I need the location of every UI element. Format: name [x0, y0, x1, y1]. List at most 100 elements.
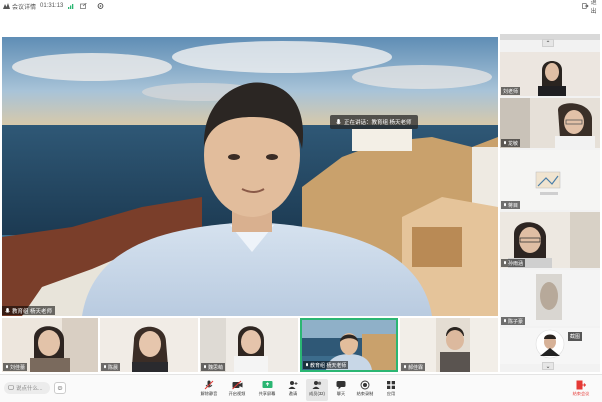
video-camera-icon	[231, 380, 242, 389]
signal-icon	[68, 4, 74, 9]
participant-name: 孙雨涵	[508, 260, 524, 267]
chevron-down-icon: ⌄	[545, 363, 551, 370]
screenshot-label: 截图	[570, 334, 581, 340]
exit-icon	[582, 3, 589, 9]
participant-tile[interactable]: 陈晨	[100, 318, 198, 372]
exit-label: 退出	[590, 0, 597, 15]
exit-control[interactable]: 退出	[582, 0, 602, 15]
participant-tile[interactable]: 刘老师	[500, 52, 600, 96]
chat-button[interactable]: 聊天	[330, 379, 352, 401]
participant-name: 蒋目	[508, 202, 519, 209]
participant-label: 郝佳霖	[401, 363, 426, 371]
microphone-icon	[5, 307, 10, 313]
meeting-toolbar: 说点什么... ☺ 解除静音 开启视频 共享屏幕 邀请 成员(32) 聊天 结束…	[0, 374, 602, 402]
participant-tile[interactable]: 陈子豪	[500, 270, 600, 326]
record-icon	[360, 380, 370, 389]
share-screen-icon	[262, 380, 272, 388]
microphone-icon	[404, 364, 406, 368]
end-recording-button[interactable]: 结束录制	[354, 379, 376, 401]
microphone-icon	[504, 202, 506, 206]
main-participant-label: 教育组 杨天老师	[2, 306, 56, 315]
participant-label: 陈晨	[101, 363, 121, 371]
apps-label: 应用	[386, 391, 396, 396]
end-meeting-button[interactable]: 结束会议	[568, 379, 594, 401]
participant-label: 刘老师	[501, 87, 521, 95]
participant-label: 蒋目	[501, 201, 521, 209]
participant-label: 刘佳蕾	[3, 363, 28, 371]
participant-tile[interactable]: 龙敏	[500, 98, 600, 148]
participant-tile[interactable]: 孙雨涵	[500, 212, 600, 268]
microphone-icon	[306, 362, 308, 366]
participant-label: 龙敏	[501, 139, 521, 147]
microphone-icon	[504, 260, 506, 264]
participant-label: 孙雨涵	[501, 259, 526, 267]
main-video[interactable]: 正在讲话：教育组 杨天老师	[2, 37, 498, 316]
participant-label: 教育组 杨天老师	[303, 361, 349, 369]
virtual-background-scene	[2, 37, 498, 316]
scroll-down-button[interactable]: ⌄	[542, 362, 554, 370]
emoji-button[interactable]: ☺	[54, 382, 66, 394]
participant-name: 教育组 杨天老师	[310, 362, 347, 369]
participant-name: 陈晨	[108, 364, 119, 371]
chevron-up-icon: ⌃	[545, 40, 551, 47]
main-participant-name: 教育组 杨天老师	[12, 308, 53, 315]
apps-icon	[387, 380, 395, 389]
members-icon	[312, 380, 321, 389]
participant-label: 魏思萌	[201, 363, 226, 371]
unmute-label: 解除静音	[200, 391, 218, 396]
participant-label: 陈子豪	[501, 317, 526, 325]
participant-video	[500, 328, 600, 364]
share-screen-button[interactable]: 共享屏幕	[256, 379, 278, 401]
end-meeting-label: 结束会议	[572, 391, 590, 396]
scroll-up-button[interactable]: ⌃	[542, 39, 554, 47]
screenshot-badge[interactable]: 截图	[568, 332, 583, 341]
microphone-muted-icon	[204, 380, 214, 389]
participant-name: 郝佳霖	[408, 364, 424, 371]
meeting-window: 会议详情 01:31:13 退出 正在讲话：教育组 杨天老师 教育组 杨天老师 …	[0, 0, 602, 402]
meeting-info-label: 会议详情	[12, 4, 37, 11]
external-link-icon[interactable]	[80, 3, 88, 9]
microphone-icon	[6, 364, 8, 368]
meeting-info[interactable]: 会议详情 01:31:13	[3, 2, 104, 11]
end-recording-label: 结束录制	[356, 391, 374, 396]
chat-bubble-icon	[8, 385, 14, 390]
microphone-icon	[504, 140, 506, 144]
share-screen-label: 共享屏幕	[258, 391, 276, 396]
participant-name: 刘佳蕾	[10, 364, 26, 371]
chat-label: 聊天	[336, 391, 346, 396]
participant-tile[interactable]: 魏思萌	[200, 318, 298, 372]
speaking-indicator: 正在讲话：教育组 杨天老师	[330, 115, 418, 129]
apps-button[interactable]: 应用	[380, 379, 402, 401]
participant-name: 龙敏	[508, 140, 519, 147]
unmute-button[interactable]: 解除静音	[198, 379, 220, 401]
participant-name: 陈子豪	[508, 318, 524, 325]
start-video-label: 开启视频	[228, 391, 246, 396]
participant-tile[interactable]: 郝佳霖	[400, 318, 498, 372]
microphone-icon	[104, 364, 106, 368]
participant-tile-active-speaker[interactable]: 教育组 杨天老师	[300, 318, 398, 372]
chat-input[interactable]: 说点什么...	[4, 382, 50, 394]
microphone-icon	[204, 364, 206, 368]
logo-icon	[3, 3, 10, 9]
participant-tile[interactable]: 截图	[500, 328, 600, 364]
speaking-text: 正在讲话：教育组 杨天老师	[344, 120, 412, 126]
start-video-button[interactable]: 开启视频	[226, 379, 248, 401]
invite-label: 邀请	[288, 391, 298, 396]
elapsed-time: 01:31:13	[40, 3, 64, 9]
invite-button[interactable]: 邀请	[282, 379, 304, 401]
participant-name: 魏思萌	[208, 364, 224, 371]
chat-input-placeholder: 说点什么...	[16, 386, 43, 392]
members-button[interactable]: 成员(32)	[306, 379, 328, 401]
invite-user-icon	[288, 380, 298, 389]
members-label: 成员(32)	[309, 391, 325, 396]
emoji-icon: ☺	[56, 384, 64, 392]
participant-sidebar: ⌃ 刘老师 龙敏 蒋目 孙雨涵 陈子豪 截图 ⌄	[500, 34, 600, 372]
participant-tile[interactable]: 刘佳蕾	[2, 318, 98, 372]
status-bar: 会议详情 01:31:13 退出	[0, 0, 602, 15]
participant-name: 刘老师	[503, 88, 519, 95]
microphone-icon	[336, 118, 341, 124]
settings-icon[interactable]	[97, 3, 104, 9]
participant-tile[interactable]: 蒋目	[500, 150, 600, 210]
microphone-icon	[504, 318, 506, 322]
end-meeting-icon	[576, 380, 586, 389]
